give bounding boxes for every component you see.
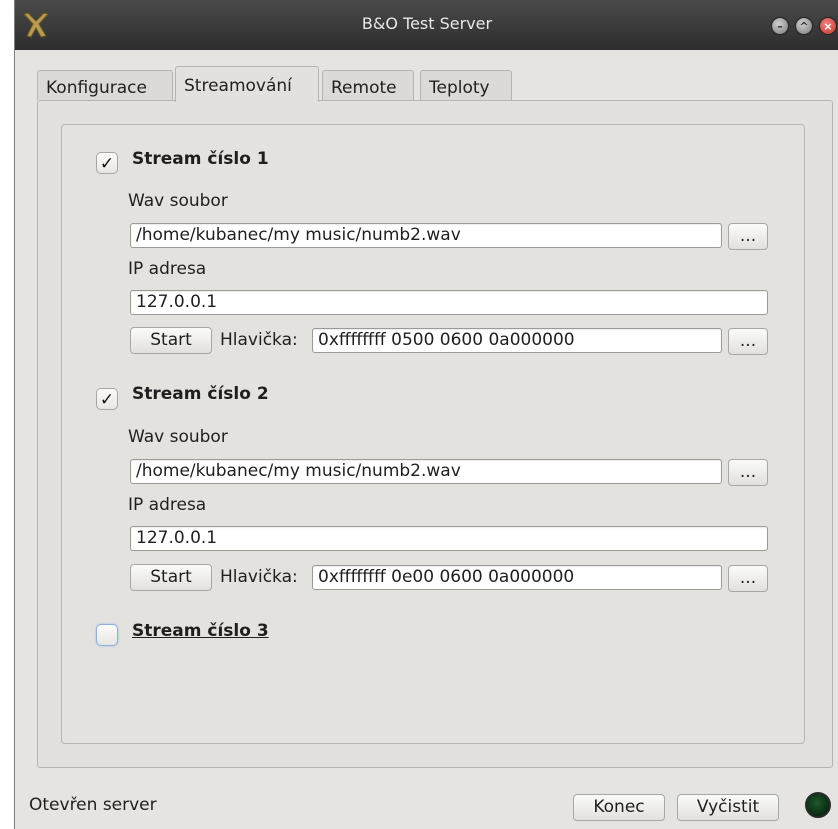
tab-label: Remote [331,78,397,98]
stream-1-start-button[interactable]: Start [130,327,212,354]
stream-3-title: Stream číslo 3 [132,621,269,641]
maximize-icon[interactable]: ^ [795,17,813,35]
tab-streamovani[interactable]: Streamování [175,66,319,102]
stream-1-ip-field[interactable]: 127.0.0.1 [130,290,768,315]
close-icon[interactable]: × [819,17,837,35]
stream-2-wav-label: Wav soubor [128,427,228,447]
stream-2-ip-field[interactable]: 127.0.0.1 [130,526,768,551]
streams-group: ✓ Stream číslo 1 Wav soubor /home/kubane… [61,124,805,744]
stream-2-title: Stream číslo 2 [132,384,269,404]
window-title: B&O Test Server [361,14,493,33]
tab-label: Streamování [184,76,292,96]
stream-1-header-field[interactable]: 0xffffffff 0500 0600 0a000000 [312,328,722,353]
connection-status-indicator [805,792,831,818]
stream-1-header-label: Hlavička: [220,330,298,350]
clear-button[interactable]: Vyčistit [677,794,779,821]
tab-teploty[interactable]: Teploty [420,70,512,100]
tab-label: Teploty [429,78,490,98]
stream-1-wav-browse-button[interactable]: ... [728,223,768,250]
stream-1-checkbox[interactable]: ✓ [96,152,118,174]
stream-1-wav-label: Wav soubor [128,191,228,211]
stream-2-header-field[interactable]: 0xffffffff 0e00 0600 0a000000 [312,565,722,590]
stream-2-wav-browse-button[interactable]: ... [728,459,768,486]
main-window: B&O Test Server – ^ × Konfigurace Stream… [14,0,838,829]
status-text: Otevřen server [29,795,157,815]
stream-2-header-browse-button[interactable]: ... [728,565,768,592]
stream-2-checkbox[interactable]: ✓ [96,388,118,410]
tab-remote[interactable]: Remote [322,70,414,100]
stream-2-wav-field[interactable]: /home/kubanec/my music/numb2.wav [130,459,722,484]
minimize-icon[interactable]: – [771,17,789,35]
title-bar[interactable]: B&O Test Server – ^ × [15,0,838,50]
quit-button[interactable]: Konec [573,794,665,821]
stream-2-start-button[interactable]: Start [130,564,212,591]
stream-1-header-browse-button[interactable]: ... [728,328,768,355]
stream-2-ip-label: IP adresa [128,495,207,515]
stream-3-checkbox[interactable] [96,624,118,646]
stream-1-wav-field[interactable]: /home/kubanec/my music/numb2.wav [130,223,722,248]
stream-1-title: Stream číslo 1 [132,149,269,169]
stream-1-ip-label: IP adresa [128,259,207,279]
stream-2-header-label: Hlavička: [220,567,298,587]
tab-konfigurace[interactable]: Konfigurace [37,70,173,100]
tab-label: Konfigurace [46,78,147,98]
